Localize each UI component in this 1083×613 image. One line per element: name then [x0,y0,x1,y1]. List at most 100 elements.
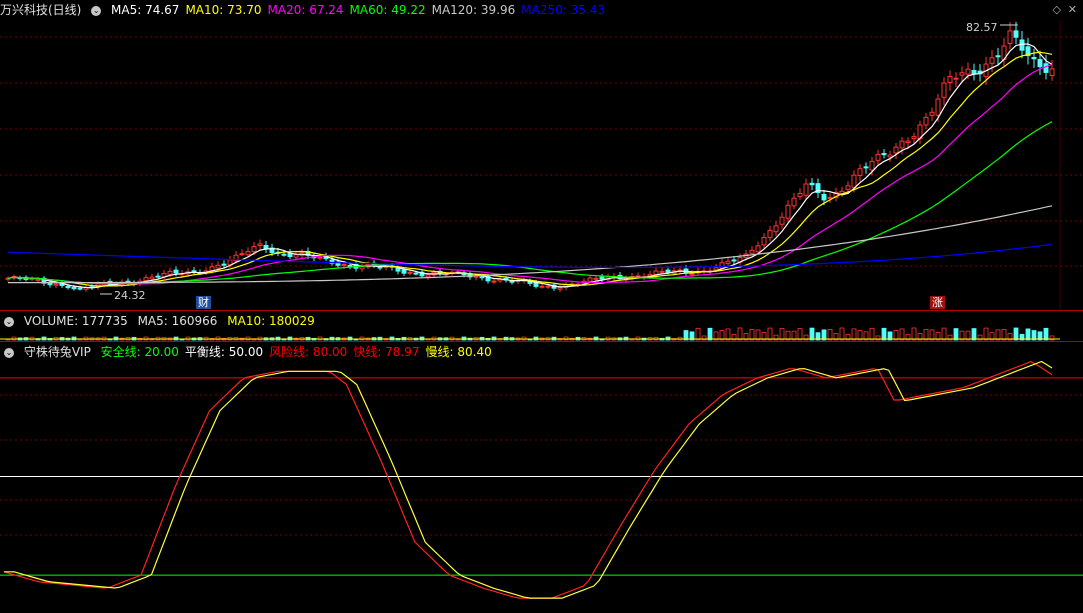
candle-body [659,270,665,273]
candle-body [767,229,773,238]
candle-body [803,183,809,196]
candle-body [65,285,71,289]
volume-bar [737,327,743,341]
candle-body [881,153,887,156]
candle-body [1043,63,1049,73]
candle-body [887,154,893,158]
candle-body [785,204,791,219]
volume-bar [707,327,713,341]
candle-body [173,269,179,274]
candle-body [821,194,827,201]
limit-up-marker[interactable]: 涨 [930,296,945,309]
volume-bar [899,328,905,341]
candle-body [359,266,365,270]
candle-body [1037,59,1043,68]
candle-body [545,285,551,288]
financial-report-marker[interactable]: 财 [196,296,211,309]
candle-body [191,270,197,273]
volume-bar [971,328,977,341]
candle-body [845,185,851,190]
candle-body [245,251,251,256]
candle-body [425,274,431,278]
volume-bar [953,328,959,341]
candle-body [215,264,221,269]
candle-body [875,153,881,161]
candle-body [35,278,41,281]
candle-body [941,82,947,98]
volume-bar [1013,327,1019,341]
candle-body [755,245,761,253]
candle-body [479,276,485,279]
candle-body [719,262,725,269]
candle-body [1031,57,1037,60]
high-price-label: 82.57 [966,21,998,34]
candlesticks [5,21,1055,292]
candle-body [71,286,77,290]
candle-body [689,273,695,276]
stock-chart[interactable] [0,0,1083,613]
candle-body [923,116,929,126]
candle-body [317,256,323,259]
volume-bar [1025,328,1031,341]
volume-bar [839,327,845,341]
candle-body [401,269,407,274]
volume-bar [911,327,917,341]
candle-body [863,166,869,169]
candle-body [905,140,911,144]
candle-body [761,237,767,246]
candle-body [281,253,287,256]
candle-body [731,259,737,262]
volume-bar [779,328,785,341]
candle-body [341,263,347,266]
candle-body [143,277,149,282]
candle-body [869,160,875,171]
volume-bar [767,327,773,341]
candle-body [989,57,995,64]
volume-bar [995,329,1001,341]
volume-bar [1043,327,1049,341]
candle-body [827,196,833,199]
candle-body [953,77,959,80]
volume-bar [809,327,815,341]
volume-bar [941,327,947,341]
candle-body [491,280,497,283]
candle-body [1049,68,1055,76]
volume-bar [929,329,935,341]
candle-body [557,287,563,290]
candle-body [221,263,227,266]
candle-body [413,272,419,275]
candle-body [935,98,941,116]
candle-body [167,270,173,275]
candle-body [791,197,797,207]
ma20-line [7,64,1053,285]
volume-bars [0,327,1060,341]
candle-body [293,254,299,258]
candle-body [665,269,671,273]
candle-body [395,267,401,272]
candle-body [407,271,413,274]
candle-body [797,192,803,197]
candle-body [1013,30,1019,38]
volume-bar [725,328,731,341]
candle-body [911,136,917,140]
candle-body [857,168,863,176]
candle-body [1007,30,1013,44]
candle-body [773,225,779,233]
indicator-lines [0,360,1083,599]
volume-bar [827,328,833,341]
volume-bar [869,327,875,341]
ma120-line [8,205,1053,284]
volume-bar [821,329,827,341]
volume-bar [983,327,989,341]
fast-line [3,360,1053,599]
candle-body [593,277,599,280]
candle-body [995,55,1001,58]
moving-average-lines [7,43,1053,289]
candle-body [347,264,353,267]
volume-bar [851,328,857,341]
candle-body [509,280,515,283]
candle-body [965,68,971,75]
candle-body [227,259,233,266]
candle-body [377,266,383,269]
volume-bar [923,328,929,341]
